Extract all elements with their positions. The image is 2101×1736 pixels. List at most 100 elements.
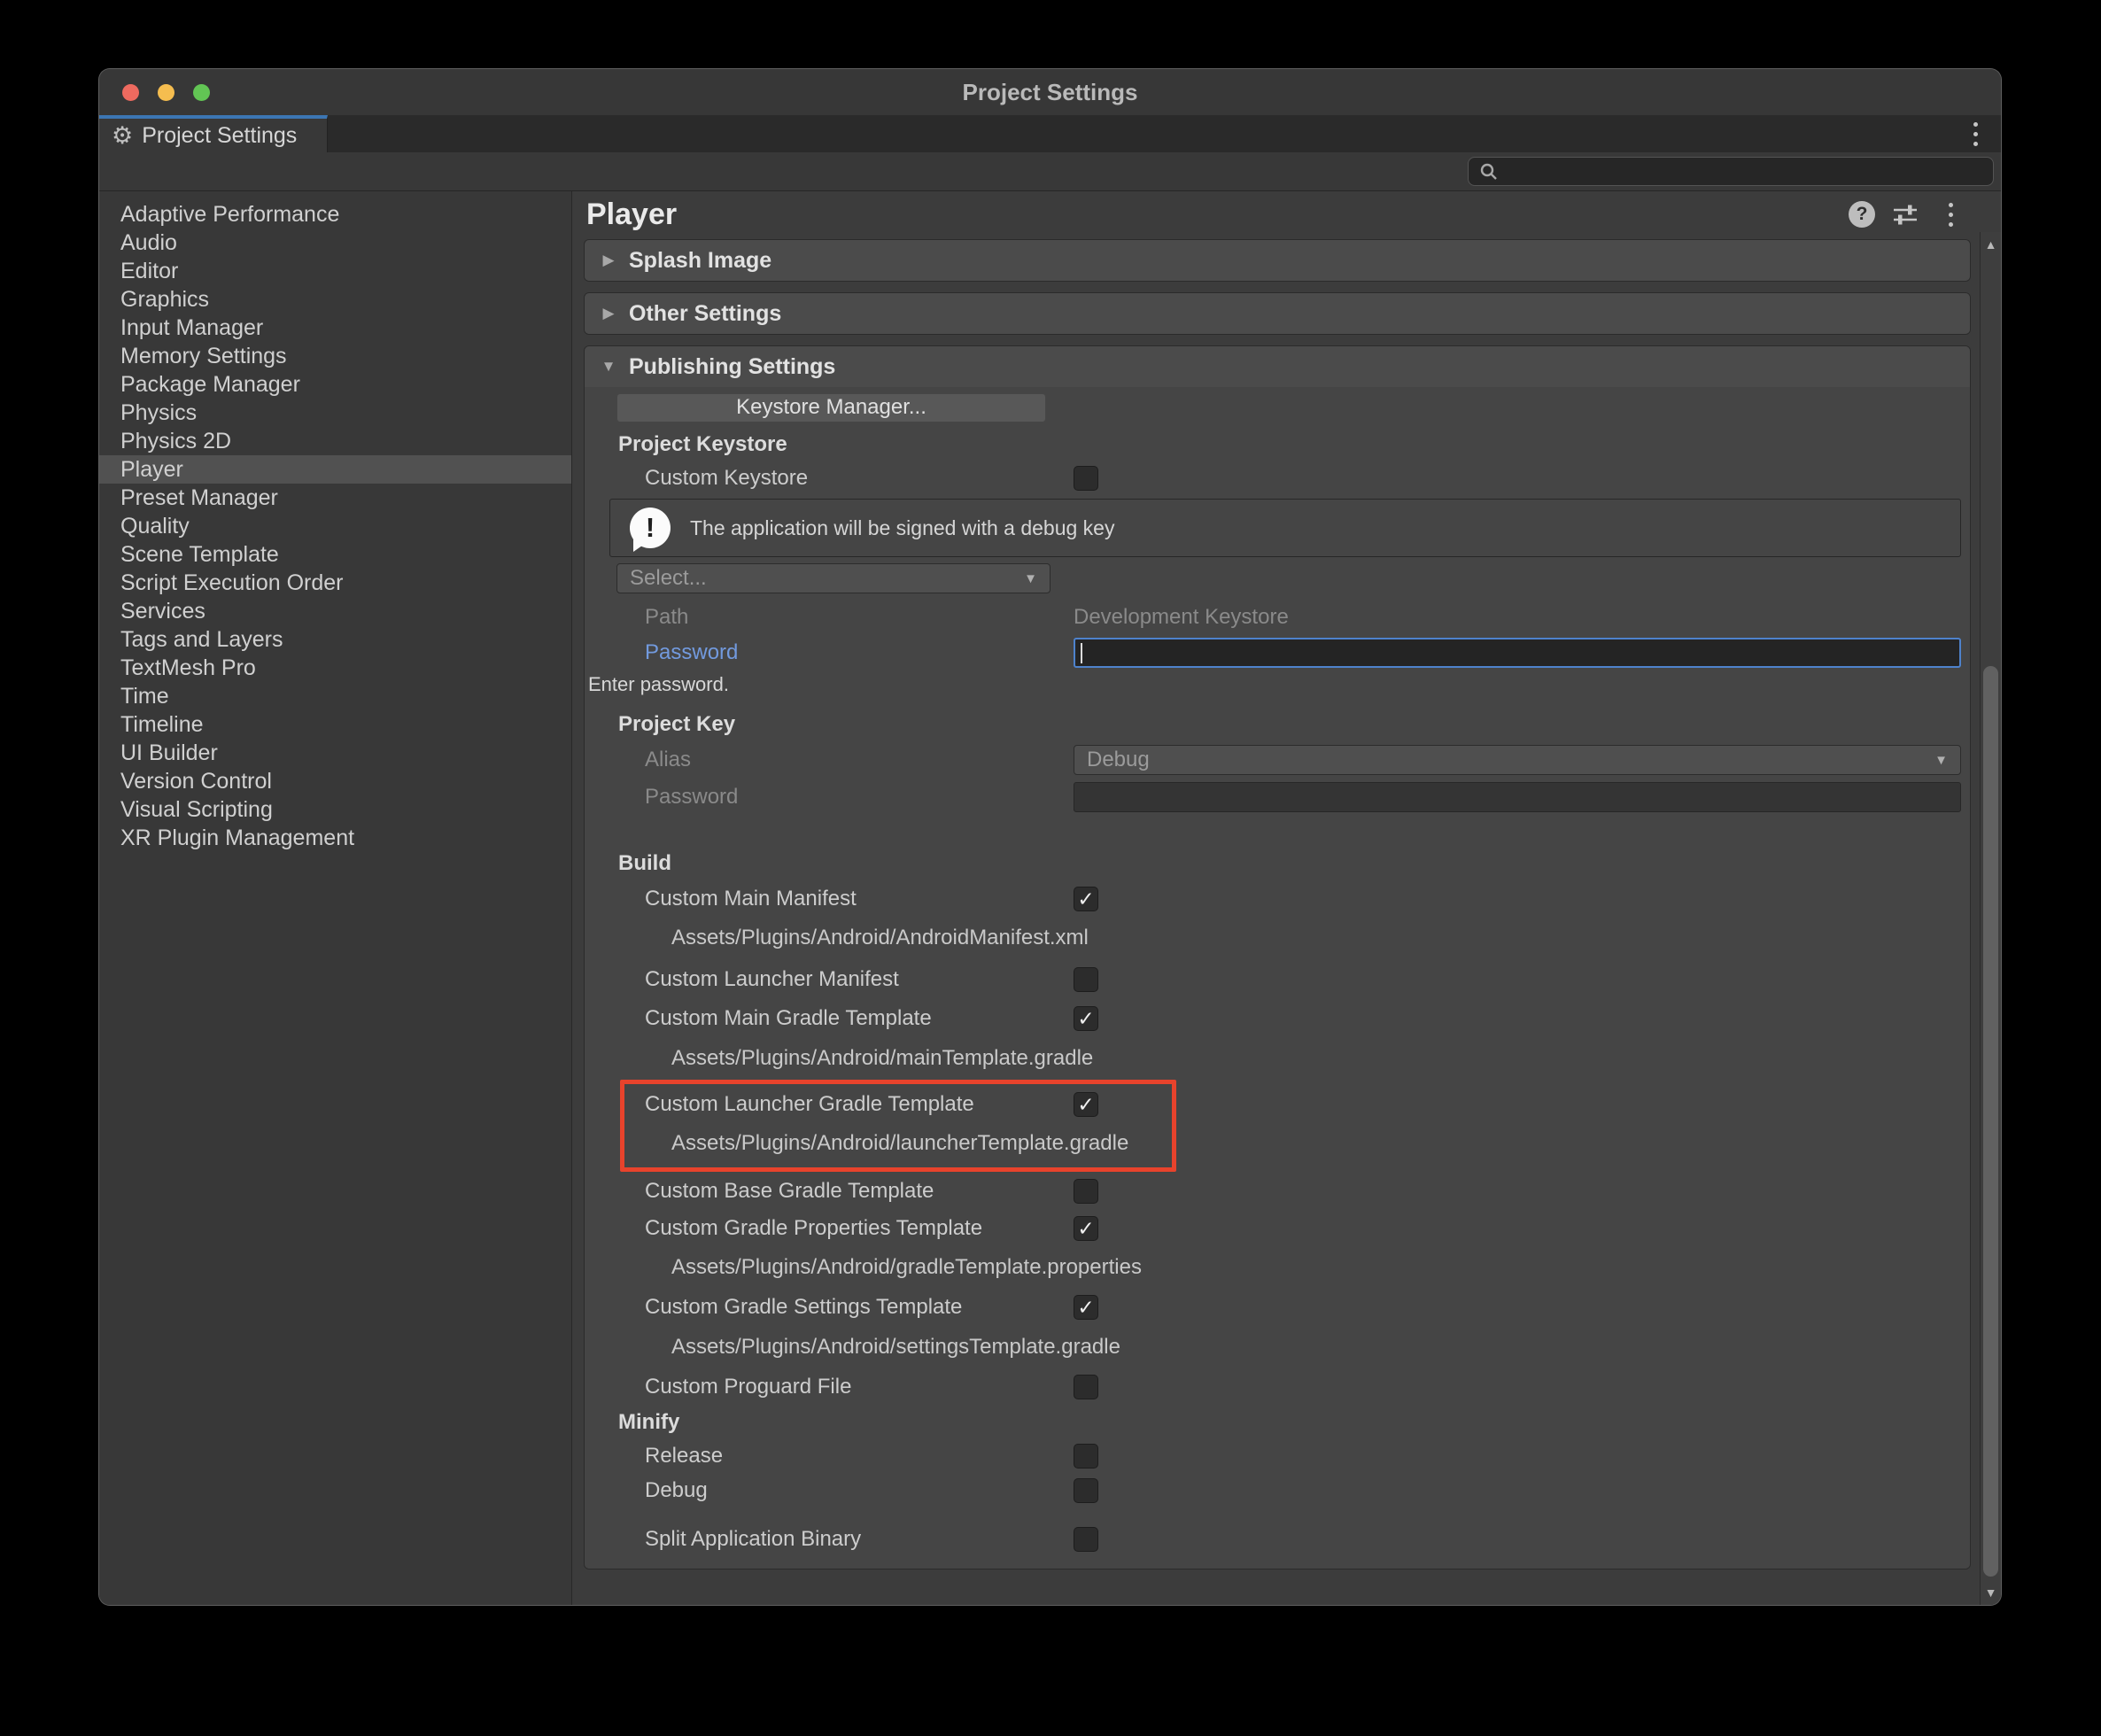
panel-menu-icon[interactable] [1935, 200, 1965, 229]
player-header: Player ? [572, 191, 2001, 232]
sidebar-item-timeline[interactable]: Timeline [99, 710, 571, 739]
chevron-right-icon: ▶ [601, 305, 616, 322]
custom-main-gradle-template-checkbox[interactable] [1074, 1006, 1098, 1031]
path-label: Path [616, 605, 1074, 630]
scroll-down-icon[interactable]: ▼ [1981, 1585, 2001, 1600]
sidebar-item-script-execution-order[interactable]: Script Execution Order [99, 569, 571, 597]
split-application-binary-checkbox[interactable] [1074, 1527, 1098, 1552]
sidebar-item-physics-2d[interactable]: Physics 2D [99, 427, 571, 455]
alias-row: Alias Debug ▼ [616, 741, 1970, 779]
custom-gradle-properties-template-checkbox[interactable] [1074, 1216, 1098, 1241]
keystore-select-dropdown[interactable]: Select... ▼ [616, 563, 1050, 593]
sidebar-item-xr-plugin-management[interactable]: XR Plugin Management [99, 824, 571, 852]
gear-icon: ⚙ [112, 124, 133, 148]
sidebar-item-memory-settings[interactable]: Memory Settings [99, 342, 571, 370]
alias-label: Alias [616, 748, 1074, 772]
window-menu-icon[interactable] [1960, 115, 1990, 152]
custom-keystore-label: Custom Keystore [616, 466, 1074, 491]
sidebar-item-editor[interactable]: Editor [99, 257, 571, 285]
custom-gradle-properties-template-row: Custom Gradle Properties Template [616, 1211, 1970, 1246]
search-input[interactable] [1500, 158, 1993, 185]
minify-debug-row: Debug [616, 1473, 1970, 1508]
custom-base-gradle-template-row: Custom Base Gradle Template [616, 1172, 1970, 1211]
sidebar-item-scene-template[interactable]: Scene Template [99, 540, 571, 569]
custom-base-gradle-template-checkbox[interactable] [1074, 1179, 1098, 1204]
minify-release-checkbox[interactable] [1074, 1444, 1098, 1469]
custom-launcher-manifest-row: Custom Launcher Manifest [616, 959, 1970, 1000]
project-keystore-heading: Project Keystore [616, 428, 1970, 461]
sidebar-item-textmesh-pro[interactable]: TextMesh Pro [99, 654, 571, 682]
build-heading: Build [616, 846, 1970, 881]
custom-launcher-manifest-checkbox[interactable] [1074, 967, 1098, 992]
debug-key-infobox: ! The application will be signed with a … [609, 499, 1961, 557]
minify-debug-checkbox[interactable] [1074, 1478, 1098, 1503]
minify-heading: Minify [616, 1406, 1970, 1439]
close-button[interactable] [122, 84, 139, 101]
sidebar-item-adaptive-performance[interactable]: Adaptive Performance [99, 200, 571, 229]
sidebar-item-tags-and-layers[interactable]: Tags and Layers [99, 625, 571, 654]
custom-launcher-gradle-template-path: Assets/Plugins/Android/launcherTemplate.… [616, 1122, 1970, 1165]
key-password-input[interactable] [1074, 782, 1961, 812]
custom-gradle-settings-template-path: Assets/Plugins/Android/settingsTemplate.… [616, 1326, 1970, 1368]
scrollbar-thumb[interactable] [1983, 666, 1998, 1577]
project-key-heading: Project Key [616, 708, 1970, 741]
keystore-password-label: Password [616, 640, 1074, 665]
sidebar-item-graphics[interactable]: Graphics [99, 285, 571, 314]
password-hint: Enter password. [588, 670, 1970, 699]
custom-gradle-settings-template-checkbox[interactable] [1074, 1295, 1098, 1320]
splash-image-foldout[interactable]: ▶ Splash Image [585, 240, 1970, 281]
tab-label: Project Settings [142, 123, 297, 149]
chevron-down-icon: ▼ [601, 358, 616, 376]
sidebar-item-audio[interactable]: Audio [99, 229, 571, 257]
sidebar-item-input-manager[interactable]: Input Manager [99, 314, 571, 342]
custom-launcher-gradle-template-row: Custom Launcher Gradle Template [616, 1087, 1970, 1122]
zoom-button[interactable] [193, 84, 210, 101]
custom-proguard-file-row: Custom Proguard File [616, 1368, 1970, 1406]
custom-launcher-gradle-template-checkbox[interactable] [1074, 1092, 1098, 1117]
sidebar-item-package-manager[interactable]: Package Manager [99, 370, 571, 399]
custom-gradle-settings-template-row: Custom Gradle Settings Template [616, 1289, 1970, 1326]
project-settings-window: Project Settings ⚙ Project Settings Adap… [99, 69, 2001, 1605]
sidebar-item-physics[interactable]: Physics [99, 399, 571, 427]
other-settings-foldout[interactable]: ▶ Other Settings [585, 293, 1970, 334]
sidebar-item-time[interactable]: Time [99, 682, 571, 710]
window-title: Project Settings [963, 79, 1138, 106]
keystore-manager-button[interactable]: Keystore Manager... [616, 393, 1046, 422]
sidebar-item-preset-manager[interactable]: Preset Manager [99, 484, 571, 512]
search-box[interactable] [1468, 157, 1994, 186]
section-publishing-settings: ▼ Publishing Settings Keystore Manager..… [584, 345, 1971, 1569]
custom-gradle-properties-template-path: Assets/Plugins/Android/gradleTemplate.pr… [616, 1246, 1970, 1289]
sidebar-item-visual-scripting[interactable]: Visual Scripting [99, 795, 571, 824]
key-password-row: Password [616, 779, 1970, 816]
search-icon [1477, 160, 1500, 183]
tab-project-settings[interactable]: ⚙ Project Settings [99, 115, 328, 152]
sidebar-item-player[interactable]: Player [99, 455, 571, 484]
split-application-binary-row: Split Application Binary [616, 1523, 1970, 1556]
presets-icon[interactable] [1891, 201, 1919, 228]
alias-dropdown[interactable]: Debug ▼ [1074, 745, 1961, 775]
help-icon[interactable]: ? [1849, 201, 1875, 228]
sidebar-item-quality[interactable]: Quality [99, 512, 571, 540]
minify-release-row: Release [616, 1439, 1970, 1473]
keystore-path-row: Path Development Keystore [616, 600, 1970, 635]
custom-keystore-checkbox[interactable] [1074, 466, 1098, 491]
sidebar-item-version-control[interactable]: Version Control [99, 767, 571, 795]
section-other-settings: ▶ Other Settings [584, 292, 1971, 335]
settings-sidebar: Adaptive Performance Audio Editor Graphi… [99, 191, 572, 1605]
keystore-password-row: Password [616, 635, 1970, 670]
key-password-label: Password [616, 785, 1074, 810]
main-scrollbar[interactable]: ▲ ▼ [1980, 232, 2001, 1605]
custom-proguard-file-checkbox[interactable] [1074, 1375, 1098, 1399]
custom-main-manifest-row: Custom Main Manifest [616, 881, 1970, 917]
sidebar-item-services[interactable]: Services [99, 597, 571, 625]
keystore-password-input[interactable] [1074, 638, 1961, 668]
sidebar-item-ui-builder[interactable]: UI Builder [99, 739, 571, 767]
path-value: Development Keystore [1074, 605, 1961, 630]
content-area: Adaptive Performance Audio Editor Graphi… [99, 191, 2001, 1605]
text-caret [1081, 643, 1082, 663]
minimize-button[interactable] [158, 84, 174, 101]
toolbar [99, 152, 2001, 191]
publishing-settings-foldout[interactable]: ▼ Publishing Settings [585, 346, 1970, 387]
custom-main-manifest-checkbox[interactable] [1074, 887, 1098, 911]
scroll-up-icon[interactable]: ▲ [1981, 237, 2001, 252]
